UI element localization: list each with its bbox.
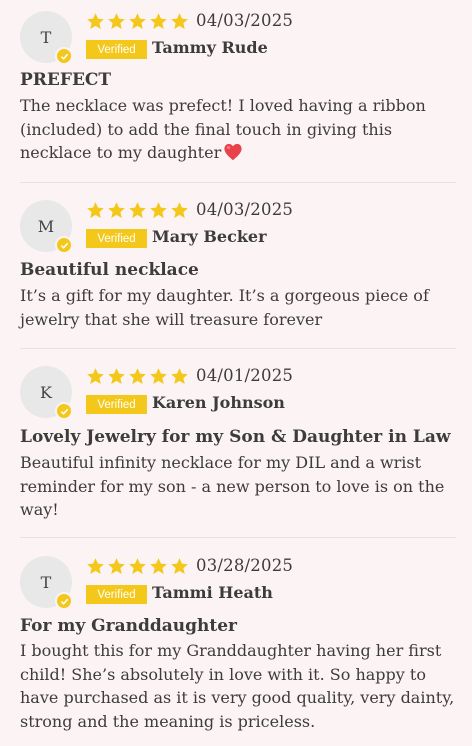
avatar-initial: K: [40, 382, 52, 402]
star-icon: [150, 13, 167, 29]
verified-check-icon: [55, 236, 73, 254]
star-icon: [108, 13, 125, 29]
avatar: K: [20, 366, 73, 420]
review-body: The necklace was prefect! I loved having…: [20, 94, 460, 165]
star-icon: [87, 13, 104, 29]
verified-badge: Verified: [86, 395, 147, 414]
star-icon: [87, 558, 104, 574]
review-item: M 04/03/2025 Verified Mary Becker Beauti…: [20, 200, 456, 330]
reviewer-name: Tammy Rude: [152, 38, 268, 57]
avatar: T: [20, 556, 73, 610]
star-icon: [108, 558, 125, 574]
star-icon: [87, 202, 104, 218]
star-rating: [86, 12, 189, 31]
star-icon: [150, 202, 167, 218]
review-item: T 03/28/2025 Verified Tammi Heath For my…: [20, 556, 456, 741]
avatar-initial: T: [40, 572, 52, 592]
avatar-initial: T: [40, 27, 52, 47]
review-divider: [20, 537, 456, 538]
verified-badge: Verified: [86, 40, 147, 59]
review-title: Lovely Jewelry for my Son & Daughter in …: [20, 427, 451, 447]
star-icon: [108, 202, 125, 218]
review-date: 04/03/2025: [196, 200, 294, 219]
red-heart-icon: [224, 143, 242, 161]
star-icon: [87, 368, 104, 384]
reviewer-name: Tammi Heath: [152, 583, 273, 602]
review-title: PREFECT: [20, 70, 112, 90]
star-icon: [171, 202, 188, 218]
avatar: M: [20, 200, 73, 254]
star-rating: [86, 201, 189, 220]
review-item: T 04/03/2025 Verified Tammy Rude PREFECT…: [20, 11, 456, 171]
review-body: It’s a gift for my daughter. It’s a gorg…: [20, 286, 429, 329]
star-rating: [86, 367, 189, 386]
review-item: K 04/01/2025 Verified Karen Johnson Love…: [20, 366, 456, 526]
verified-badge: Verified: [86, 585, 147, 604]
review-body: I bought this for my Granddaughter havin…: [20, 641, 455, 731]
review-date: 03/28/2025: [196, 556, 294, 575]
review-title: Beautiful necklace: [20, 260, 199, 280]
review-divider: [20, 182, 456, 183]
star-icon: [171, 368, 188, 384]
verified-badge: Verified: [86, 229, 147, 248]
verified-check-icon: [55, 592, 73, 610]
review-body: Beautiful infinity necklace for my DIL a…: [20, 453, 445, 519]
review-divider: [20, 348, 456, 349]
star-icon: [129, 368, 146, 384]
star-icon: [129, 202, 146, 218]
review-date: 04/03/2025: [196, 11, 294, 30]
star-icon: [171, 558, 188, 574]
verified-check-icon: [55, 47, 73, 65]
star-icon: [129, 13, 146, 29]
avatar: T: [20, 11, 73, 65]
star-icon: [150, 368, 167, 384]
reviewer-name: Mary Becker: [152, 227, 267, 246]
star-icon: [108, 368, 125, 384]
reviewer-name: Karen Johnson: [152, 393, 285, 412]
star-icon: [150, 558, 167, 574]
star-rating: [86, 557, 189, 576]
review-title: For my Granddaughter: [20, 616, 238, 636]
star-icon: [171, 13, 188, 29]
review-date: 04/01/2025: [196, 366, 294, 385]
reviews-list: T 04/03/2025 Verified Tammy Rude PREFECT…: [0, 0, 472, 746]
verified-check-icon: [55, 402, 73, 420]
star-icon: [129, 558, 146, 574]
avatar-initial: M: [37, 216, 55, 236]
